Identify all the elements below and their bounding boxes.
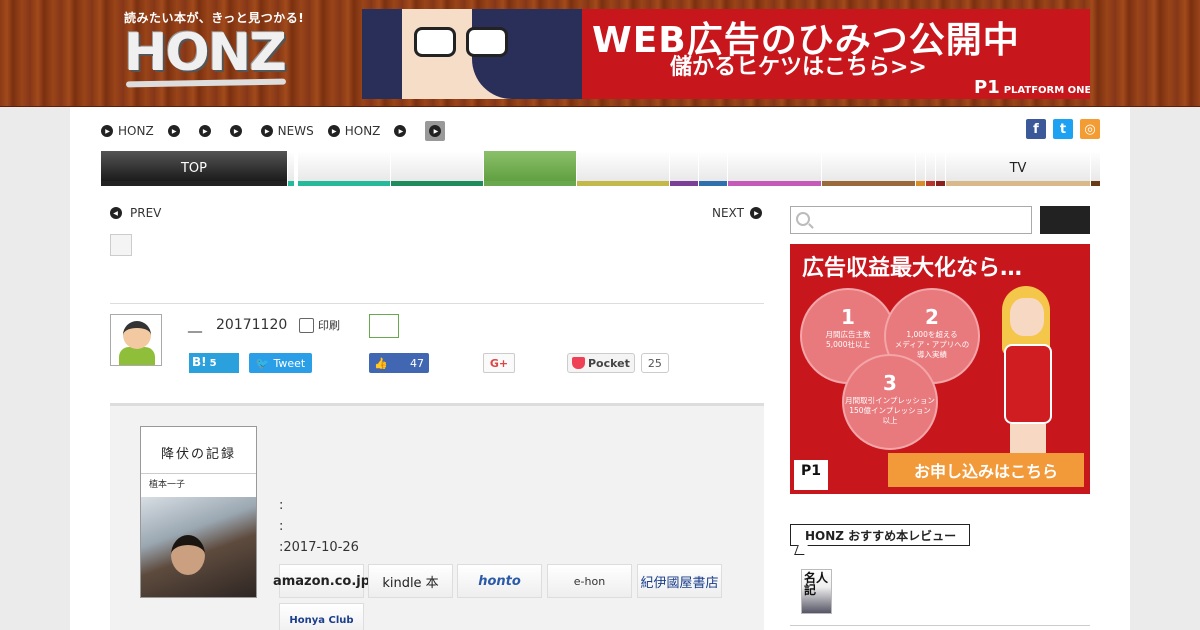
- store-kindle-button[interactable]: kindle 本: [368, 564, 453, 598]
- breadcrumb-item[interactable]: [394, 125, 411, 137]
- book-meta-line: :: [279, 519, 284, 534]
- book-cover[interactable]: 降伏の記録 植本一子: [140, 426, 257, 598]
- ad-logo: P1: [794, 460, 828, 490]
- nav-tab[interactable]: [669, 151, 698, 186]
- search-icon: [796, 212, 810, 226]
- next-link[interactable]: NEXT: [712, 206, 762, 220]
- pocket-icon: [572, 357, 585, 369]
- nav-tab[interactable]: [727, 151, 821, 186]
- arrow-right-icon: [167, 125, 180, 137]
- arrow-right-icon: [327, 125, 340, 137]
- breadcrumb-item[interactable]: [229, 125, 247, 137]
- book-release-date: :2017-10-26: [279, 540, 359, 555]
- divider: [110, 303, 764, 304]
- thumbs-up-icon: 👍: [374, 356, 388, 370]
- store-kinokuniya-button[interactable]: 紀伊國屋書店: [637, 564, 722, 598]
- author-avatar[interactable]: [110, 314, 162, 366]
- nav-tab-top[interactable]: TOP: [100, 151, 287, 186]
- nav-tab-tv[interactable]: TV: [945, 151, 1090, 186]
- ad-brand: P1 PLATFORM ONE: [974, 77, 1090, 98]
- nav-tab[interactable]: [483, 151, 576, 186]
- breadcrumb-item-news[interactable]: NEWS: [260, 124, 314, 138]
- thumbnail-placeholder: [110, 234, 132, 256]
- nav-tab[interactable]: [390, 151, 483, 186]
- store-honyaclub-button[interactable]: Honya Club: [279, 603, 364, 630]
- site-header: 読みたい本が、きっと見つかる! HONZ WEB広告のひみつ公開中 儲かるヒケツ…: [0, 0, 1200, 107]
- arrow-right-icon: [260, 125, 273, 137]
- cover-author: 植本一子: [141, 473, 256, 493]
- nav-tab[interactable]: [821, 151, 915, 186]
- pocket-button[interactable]: Pocket: [567, 353, 635, 373]
- arrow-right-icon: [101, 125, 113, 137]
- prev-link[interactable]: PREV: [110, 206, 161, 220]
- header-banner-ad[interactable]: WEB広告のひみつ公開中 儲かるヒケツはこちら>> P1 PLATFORM ONE: [362, 9, 1090, 99]
- divider: [790, 625, 1090, 626]
- search-input[interactable]: [790, 206, 1032, 234]
- arrow-right-icon: [394, 125, 407, 137]
- arrow-right-icon: [229, 125, 242, 137]
- store-ehon-button[interactable]: e-hon: [547, 564, 632, 598]
- arrow-right-icon: [198, 125, 211, 137]
- search-button[interactable]: [1040, 206, 1090, 234]
- nav-tab[interactable]: [297, 151, 390, 186]
- twitter-icon: 🐦: [255, 356, 270, 370]
- facebook-like-button[interactable]: 👍 47: [369, 353, 429, 373]
- breadcrumb-item[interactable]: [167, 125, 185, 137]
- sidebar-ad-title: 広告収益最大化なら…: [802, 256, 1023, 281]
- pocket-share[interactable]: Pocket 25: [567, 353, 669, 373]
- post-date: 20171120: [216, 317, 288, 333]
- store-honto-button[interactable]: honto: [457, 564, 542, 598]
- book-meta-line: :: [279, 498, 284, 513]
- category-nav: TOP TV: [100, 151, 1100, 186]
- nav-tab[interactable]: [915, 151, 925, 186]
- recommend-book-thumbnail[interactable]: 名人 記: [801, 569, 832, 614]
- printer-icon: [299, 317, 314, 333]
- cover-title: 降伏の記録: [160, 447, 236, 462]
- nav-tab[interactable]: [287, 151, 294, 186]
- ad-feature-circle: 3 月間取引インプレッション 150億インプレッション 以上: [842, 354, 938, 450]
- rss-icon[interactable]: ◎: [1080, 119, 1100, 139]
- sidebar-ad[interactable]: 広告収益最大化なら… 1 月間広告主数 5,000社以上 2 1,000を超えるメ…: [790, 244, 1090, 494]
- breadcrumb-item[interactable]: [198, 125, 216, 137]
- facebook-icon[interactable]: f: [1026, 119, 1046, 139]
- cover-photo: [141, 497, 256, 597]
- nav-tab[interactable]: [935, 151, 945, 186]
- arrow-left-icon: [110, 207, 122, 219]
- hatena-bookmark-button[interactable]: B! 5: [189, 353, 239, 373]
- tweet-button[interactable]: 🐦 Tweet: [249, 353, 312, 373]
- print-button[interactable]: 印刷: [299, 317, 340, 333]
- nav-tab[interactable]: [925, 151, 935, 186]
- ad-character-image: [362, 9, 582, 99]
- arrow-right-icon: [429, 125, 442, 137]
- social-links: f t ◎: [1026, 119, 1100, 139]
- breadcrumb: HONZ NEWS HONZ: [101, 121, 459, 141]
- nav-tab[interactable]: [576, 151, 669, 186]
- logo-text: HONZ: [124, 23, 287, 83]
- category-tag[interactable]: [369, 314, 399, 338]
- breadcrumb-item-honz[interactable]: HONZ: [101, 124, 154, 138]
- honz-logo[interactable]: 読みたい本が、きっと見つかる! HONZ: [122, 8, 304, 98]
- store-amazon-button[interactable]: amazon.co.jp: [273, 564, 370, 598]
- author-name[interactable]: __: [188, 317, 202, 333]
- nav-tab[interactable]: [1090, 151, 1100, 186]
- arrow-right-icon: [749, 207, 762, 219]
- ad-subtitle: 儲かるヒケツはこちら>>: [670, 55, 927, 80]
- breadcrumb-item-honz-2[interactable]: HONZ: [327, 124, 380, 138]
- google-plus-button[interactable]: G+: [483, 353, 515, 373]
- nav-tab[interactable]: [698, 151, 727, 186]
- breadcrumb-item-current: [425, 121, 446, 141]
- ad-apply-button[interactable]: お申し込みはこちら: [888, 453, 1084, 487]
- pocket-count: 25: [640, 353, 669, 373]
- twitter-icon[interactable]: t: [1053, 119, 1073, 139]
- recommend-heading: HONZ おすすめ本レビュー: [790, 524, 970, 546]
